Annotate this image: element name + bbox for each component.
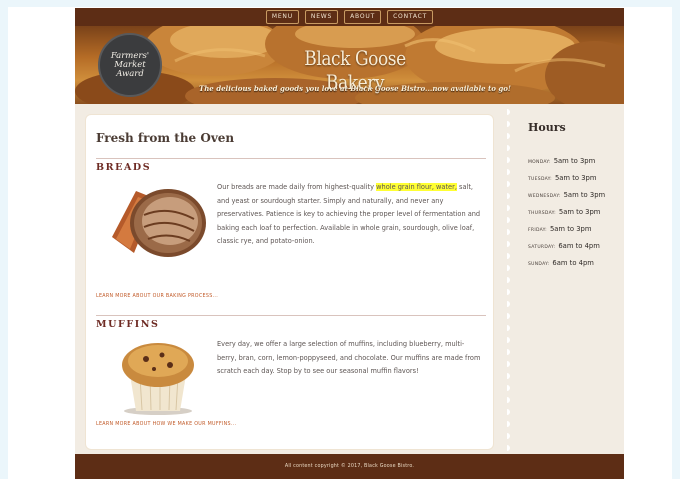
page-title: Fresh from the Oven [96, 131, 235, 145]
hours-time: 5am to 3pm [558, 208, 601, 216]
hero-header: Farmers' Market Award Black Goose Bakery… [75, 26, 624, 104]
hours-time: 6am to 4pm [552, 259, 594, 267]
muffin-image [122, 343, 194, 415]
nav-news[interactable]: NEWS [304, 10, 339, 24]
hours-time: 6am to 4pm [558, 242, 600, 250]
copyright-text: All content copyright © 2017, Black Goos… [284, 464, 415, 469]
divider [96, 158, 486, 159]
hours-time: 5am to 3pm [553, 157, 596, 165]
page: MENU NEWS ABOUT CONTACT Farmers' Market … [75, 8, 624, 479]
hours-row-sunday: Sunday: 6am to 4pm [528, 250, 594, 269]
tagline: The delicious baked goods you love at Bl… [199, 84, 511, 93]
learn-more-baking-link[interactable]: LEARN MORE ABOUT OUR BAKING PROCESS... [96, 294, 218, 299]
farmers-market-award-badge: Farmers' Market Award [98, 33, 162, 97]
hours-time: 5am to 3pm [563, 191, 606, 199]
hours-heading: Hours [528, 121, 566, 134]
breads-description: Our breads are made daily from highest-q… [217, 181, 482, 249]
badge-line: Award [116, 68, 144, 79]
main-content: Fresh from the Oven BREADS Our breads ar… [85, 114, 494, 450]
hours-sidebar: Hours Monday: 5am to 3pm Tuesday: 5am to 3… [507, 114, 624, 450]
hours-day: Sunday: [528, 262, 550, 267]
learn-more-muffins-link[interactable]: LEARN MORE ABOUT HOW WE MAKE OUR MUFFINS… [96, 422, 236, 427]
main-nav: MENU NEWS ABOUT CONTACT [75, 8, 624, 26]
hours-time: 5am to 3pm [554, 174, 597, 182]
nav-about[interactable]: ABOUT [344, 10, 382, 24]
muffins-description: Every day, we offer a large selection of… [217, 340, 481, 375]
site-footer: All content copyright © 2017, Black Goos… [75, 454, 624, 479]
breads-text-before: Our breads are made daily from highest-q… [217, 183, 377, 191]
nav-contact[interactable]: CONTACT [387, 10, 434, 24]
hours-time: 5am to 3pm [549, 225, 592, 233]
bread-loaf-image [112, 189, 206, 257]
nav-menu[interactable]: MENU [265, 10, 299, 24]
highlighted-text: whole grain flour, water, [376, 183, 457, 191]
breads-text-after: salt, and yeast or sourdough starter. Si… [217, 183, 481, 245]
divider [96, 315, 486, 316]
section-heading-breads: BREADS [96, 162, 152, 173]
section-heading-muffins: MUFFINS [96, 319, 160, 330]
